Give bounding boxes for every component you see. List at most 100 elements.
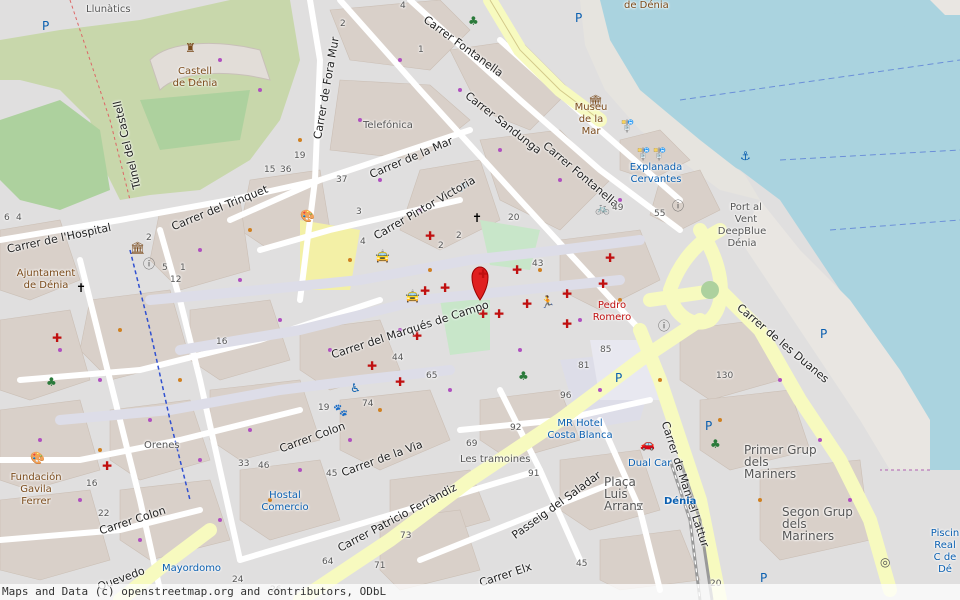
house-number: 1 (180, 263, 186, 273)
house-number: 2 (146, 233, 152, 243)
pharmacy-icon: ✚ (478, 267, 489, 281)
place-label: Orenes (144, 440, 180, 451)
house-number: 3 (356, 207, 362, 217)
house-number: 73 (400, 531, 412, 541)
house-number: 74 (362, 399, 374, 409)
pharmacy-icon: ✚ (494, 307, 505, 321)
house-number: 49 (612, 203, 624, 213)
house-number: 6 (4, 213, 10, 223)
place-label: Llunàtics (86, 4, 131, 15)
roundabout (701, 281, 719, 299)
place-label: Les tramoines (460, 454, 531, 465)
house-number: 85 (600, 345, 612, 355)
townhall-icon: 🏛 (130, 241, 146, 255)
pharmacy-icon: ✚ (425, 229, 436, 243)
running-icon: 🏃 (540, 295, 555, 309)
pharmacy-icon: ✚ (420, 284, 431, 298)
house-number: 20 (508, 213, 520, 223)
place-label: de Dénia (624, 0, 669, 11)
viewpoint-icon: ◎ (880, 555, 891, 569)
anchor-icon: ⚓ (740, 149, 751, 163)
house-number: 1 (418, 45, 424, 55)
house-number: 65 (426, 371, 438, 381)
place-label: Piscin Real C de Dé (930, 528, 960, 575)
house-number: 19 (294, 151, 306, 161)
place-label: Mayordomo (162, 563, 222, 574)
playground-icon: ♣ (468, 14, 479, 28)
wheelchair-icon: ♿ (350, 381, 361, 395)
pharmacy-icon: ✚ (512, 263, 523, 277)
house-number: 2 (438, 241, 444, 251)
house-number: 16 (86, 479, 98, 489)
pharmacy-icon: ✚ (52, 331, 63, 345)
house-number: 22 (98, 509, 110, 519)
pharmacy-icon: ✚ (562, 287, 573, 301)
house-number: 12 (170, 275, 182, 285)
playground-icon: ♣ (518, 369, 529, 383)
castle-icon: ♜ (185, 41, 196, 55)
place-label: Castell de Dénia (172, 66, 218, 89)
house-number: 64 (322, 557, 334, 567)
house-number: 4 (16, 213, 22, 223)
parking-icon: P (575, 11, 583, 25)
parking-icon: P (820, 327, 828, 341)
house-number: 4 (360, 237, 366, 247)
house-number: 55 (654, 209, 666, 219)
house-number: 69 (466, 439, 478, 449)
house-number: 92 (510, 423, 522, 433)
house-number: 96 (560, 391, 572, 401)
house-number: 5 (636, 503, 642, 513)
place-label: Dénia (664, 496, 697, 507)
info-icon: ⓘ (658, 319, 671, 333)
pharmacy-icon: ✚ (440, 281, 451, 295)
bus-stop-icon: 🚏 (620, 119, 635, 133)
house-number: 45 (326, 469, 338, 479)
place-label: Telefónica (363, 120, 413, 131)
map-view[interactable]: P P P P P P P ✝ ✝ 🏛 🏛 ♜ ⚓ ✚ ✚ ✚ ✚ ✚ ✚ ✚ … (0, 0, 960, 600)
parking-icon: P (42, 19, 50, 33)
house-number: 15 (264, 165, 276, 175)
house-number: 45 (576, 559, 588, 569)
parking-icon: P (760, 571, 768, 585)
place-label: Ajuntament de Dénia (16, 268, 76, 291)
place-label: Pedro Romero (592, 300, 632, 323)
playground-icon: ♣ (710, 437, 721, 451)
pharmacy-icon: ✚ (562, 317, 573, 331)
place-label: Primer Grup dels Mariners (744, 443, 817, 481)
bus-stop-icon: 🚏 (636, 147, 651, 161)
place-label: Fundación Gavila Ferrer (10, 472, 62, 507)
house-number: 19 (318, 403, 330, 413)
house-number: 130 (716, 371, 734, 381)
place-label: Explanada Cervantes (629, 162, 683, 185)
playground-icon: ♣ (46, 375, 57, 389)
map-attribution: Maps and Data (c) openstreetmap.org and … (0, 584, 960, 600)
place-label: Plaça Luis Arranz (604, 475, 644, 513)
pharmacy-icon: ✚ (605, 251, 616, 265)
house-number: 4 (400, 1, 406, 11)
pharmacy-icon: ✚ (367, 359, 378, 373)
place-label: DeepBlue Dénia (717, 226, 767, 249)
house-number: 46 (258, 461, 270, 471)
bus-stop-icon: 🚏 (652, 147, 667, 161)
house-number: 2 (340, 19, 346, 29)
pawprint-icon: 🐾 (333, 403, 348, 417)
house-number: 5 (162, 263, 168, 273)
place-label: Hostal Comercio (261, 490, 309, 513)
pharmacy-icon: ✚ (522, 297, 533, 311)
house-number: 16 (216, 337, 228, 347)
house-number: 91 (528, 469, 540, 479)
parking-icon: P (615, 371, 623, 385)
taxi-icon: 🚖 (375, 249, 390, 263)
house-number: 2 (456, 231, 462, 241)
art-icon: 🎨 (30, 451, 45, 465)
art-icon: 🎨 (300, 209, 315, 223)
house-number: 81 (578, 361, 590, 371)
taxi-icon: 🚖 (405, 289, 420, 303)
house-number: 44 (392, 353, 404, 363)
pharmacy-icon: ✚ (598, 277, 609, 291)
place-label: Dual Car (628, 458, 672, 469)
pharmacy-icon: ✚ (395, 375, 406, 389)
house-number: 71 (374, 561, 386, 571)
place-label: MR Hotel Costa Blanca (547, 418, 613, 441)
parking-icon: P (705, 419, 713, 433)
